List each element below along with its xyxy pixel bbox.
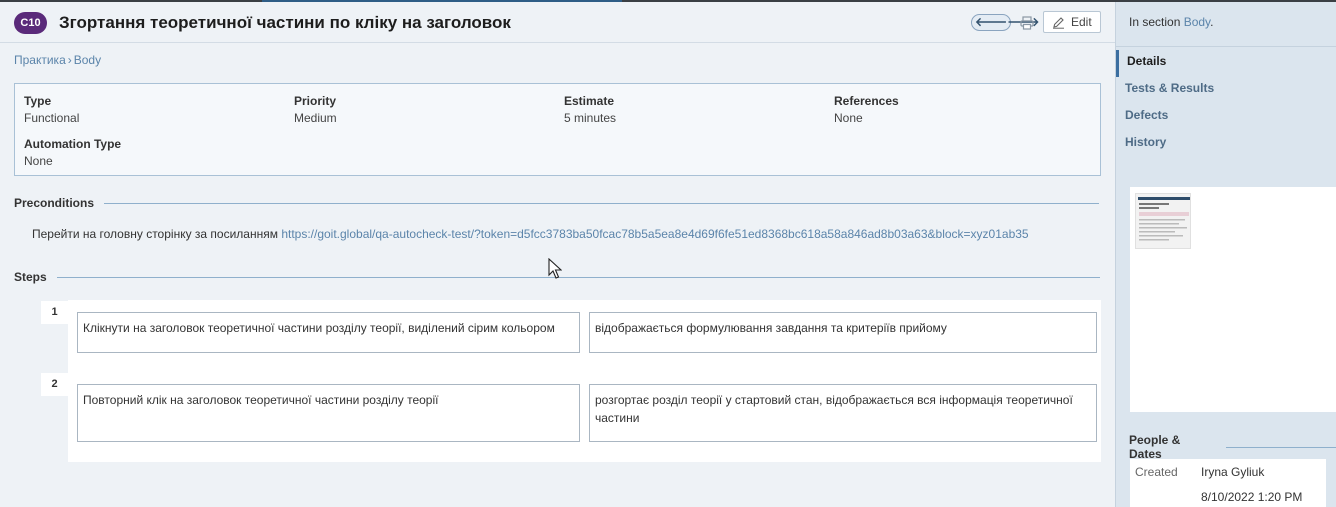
property-label: Type (24, 94, 52, 108)
section-link[interactable]: Body (1184, 15, 1210, 29)
step-expected-result: відображається формулювання завдання та … (589, 312, 1097, 353)
pencil-icon (1053, 16, 1064, 29)
property-type: Type Functional (24, 94, 79, 125)
step-expected-result: розгортає розділ теорії у стартовий стан… (589, 384, 1097, 442)
preconditions-text: Перейти на головну сторінку за посилання… (32, 227, 1029, 241)
sidebar: In section Body. Details Tests & Results… (1115, 2, 1336, 507)
people-dates-title: People & Dates (1129, 433, 1181, 461)
case-main-panel: C10 Згортання теоретичної частини по клі… (0, 2, 1115, 507)
printer-icon (1020, 16, 1034, 30)
breadcrumb-separator: › (67, 53, 72, 67)
sidebar-item-tests-results[interactable]: Tests & Results (1116, 77, 1336, 104)
breadcrumb-current-link[interactable]: Body (74, 53, 101, 67)
created-by: Iryna Gyliuk (1201, 465, 1265, 479)
preconditions-title: Preconditions (14, 196, 95, 210)
sidebar-item-history[interactable]: History (1116, 131, 1336, 158)
section-suffix: . (1210, 15, 1214, 29)
attachment-thumbnail[interactable] (1135, 193, 1191, 249)
sidebar-nav: Details Tests & Results Defects History (1116, 50, 1336, 158)
mouse-cursor-icon (548, 258, 562, 279)
property-value: 5 minutes (564, 111, 617, 125)
breadcrumb: Практика › Body (14, 53, 101, 67)
people-dates-panel: Created Iryna Gyliuk 8/10/2022 1:20 PM (1130, 459, 1326, 507)
property-references: References None (834, 94, 899, 125)
property-value: None (834, 111, 863, 125)
created-label: Created (1135, 465, 1178, 479)
property-label: References (834, 94, 899, 108)
section-prefix: In section (1129, 15, 1184, 29)
property-label: Estimate (564, 94, 615, 108)
step-number: 1 (41, 301, 68, 324)
property-value: Medium (294, 111, 337, 125)
step-action: Клікнути на заголовок теоретичної частин… (77, 312, 580, 353)
attachments-panel (1130, 187, 1336, 412)
created-at: 8/10/2022 1:20 PM (1201, 490, 1303, 504)
property-priority: Priority Medium (294, 94, 337, 125)
property-value: None (24, 154, 53, 168)
preconditions-heading: Preconditions (14, 196, 1100, 210)
case-header: C10 Згортання теоретичної частини по клі… (0, 2, 1115, 43)
divider (104, 202, 1100, 204)
case-properties-panel: Type Functional Priority Medium Estimate… (14, 83, 1101, 176)
sidebar-item-details[interactable]: Details (1116, 50, 1336, 77)
sidebar-item-defects[interactable]: Defects (1116, 104, 1336, 131)
people-dates-heading: People & Dates (1129, 433, 1336, 461)
divider (56, 276, 1100, 278)
preconditions-body: Перейти на головну сторінку за посилання… (32, 227, 282, 241)
attachment-preview-image (1138, 197, 1190, 241)
property-label: Priority (294, 94, 337, 108)
previous-case-icon[interactable]: 🡐 (975, 15, 1007, 30)
divider (1226, 446, 1336, 448)
step-action: Повторний клік на заголовок теоретичної … (77, 384, 580, 442)
breadcrumb-parent-link[interactable]: Практика (14, 53, 66, 67)
case-title: Згортання теоретичної частини по кліку н… (59, 13, 511, 32)
edit-button[interactable]: Edit (1043, 11, 1101, 33)
steps-list: Клікнути на заголовок теоретичної частин… (68, 300, 1101, 462)
edit-button-label: Edit (1071, 15, 1092, 29)
step-number: 2 (41, 373, 68, 396)
property-estimate: Estimate 5 minutes (564, 94, 616, 125)
preconditions-link[interactable]: https://goit.global/qa-autocheck-test/?t… (281, 227, 1028, 241)
case-navigation: 🡐 🡒 (971, 14, 1039, 31)
property-automation-type: Automation Type None (24, 137, 121, 168)
print-button[interactable] (1018, 14, 1036, 32)
property-label: Automation Type (24, 137, 122, 151)
steps-title: Steps (14, 270, 47, 284)
property-value: Functional (24, 111, 80, 125)
section-info: In section Body. (1116, 2, 1336, 47)
case-id-badge: C10 (14, 12, 47, 34)
